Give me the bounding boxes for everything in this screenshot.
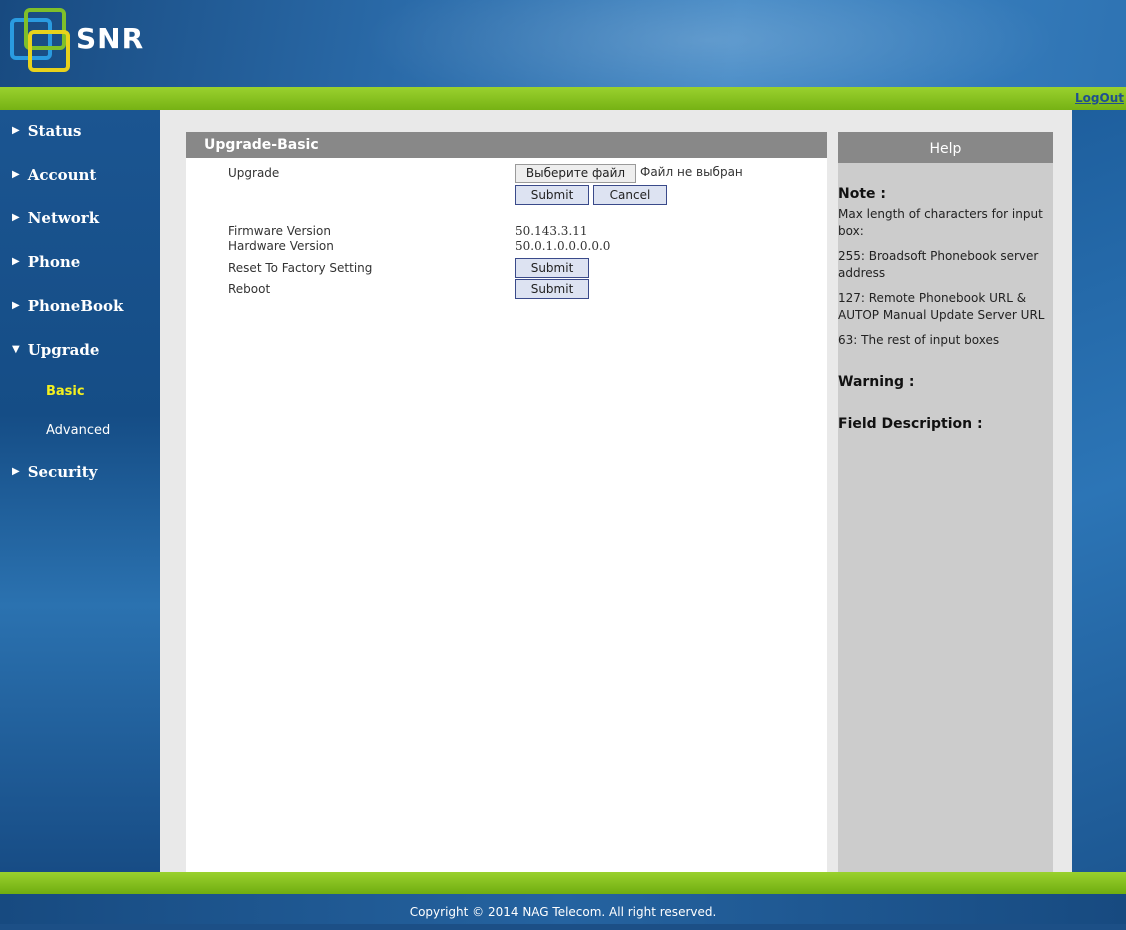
help-panel: Help Note : Max length of characters for…	[838, 132, 1053, 872]
footer: Copyright © 2014 NAG Telecom. All right …	[0, 894, 1126, 924]
triangle-right-icon: ▶	[12, 300, 20, 311]
sidebar-item-label: Network	[27, 209, 100, 227]
brand-logo: SNR	[10, 8, 160, 80]
header-banner: SNR	[0, 0, 1126, 87]
reboot-label: Reboot	[228, 282, 271, 296]
choose-file-button[interactable]: Выберите файл	[515, 164, 636, 183]
note-line: 127: Remote Phonebook URL & AUTOP Manual…	[838, 291, 1045, 322]
sidebar-item-label: PhoneBook	[27, 297, 124, 315]
note-line: 63: The rest of input boxes	[838, 333, 1000, 347]
top-green-bar: LogOut	[0, 87, 1126, 110]
no-file-text: Файл не выбран	[640, 165, 743, 179]
right-decoration	[1072, 110, 1126, 872]
triangle-down-icon: ▼	[12, 344, 20, 355]
sidebar-item-security[interactable]: ▶ Security	[12, 463, 97, 481]
triangle-right-icon: ▶	[12, 256, 20, 267]
sidebar-subitem-advanced[interactable]: Advanced	[46, 423, 110, 438]
logout-link[interactable]: LogOut	[1075, 91, 1124, 105]
sidebar-subitem-basic[interactable]: Basic	[46, 384, 85, 399]
note-line: Max length of characters for input box:	[838, 207, 1043, 238]
header-sheen	[360, 0, 1060, 87]
sidebar-item-status[interactable]: ▶ Status	[12, 122, 81, 140]
bottom-green-bar	[0, 872, 1126, 894]
firmware-version-label: Firmware Version	[228, 224, 331, 238]
sidebar-item-label: Phone	[27, 253, 81, 271]
warning-heading: Warning :	[838, 374, 915, 390]
hardware-version-value: 50.0.1.0.0.0.0.0	[515, 239, 611, 253]
sidebar-item-account[interactable]: ▶ Account	[12, 166, 96, 184]
triangle-right-icon: ▶	[12, 169, 20, 180]
upgrade-submit-button[interactable]: Submit	[515, 185, 589, 205]
sidebar-item-network[interactable]: ▶ Network	[12, 209, 99, 227]
upgrade-cancel-button[interactable]: Cancel	[593, 185, 667, 205]
sidebar-item-label: Account	[27, 166, 97, 184]
page-title: Upgrade-Basic	[186, 132, 827, 158]
hardware-version-label: Hardware Version	[228, 239, 334, 253]
reset-factory-label: Reset To Factory Setting	[228, 261, 373, 275]
sidebar-item-label: Security	[27, 463, 98, 481]
sidebar-item-phonebook[interactable]: ▶ PhoneBook	[12, 297, 123, 315]
reboot-submit-button[interactable]: Submit	[515, 279, 589, 299]
firmware-version-value: 50.143.3.11	[515, 224, 588, 238]
triangle-right-icon: ▶	[12, 212, 20, 223]
field-description-heading: Field Description :	[838, 416, 983, 432]
sidebar-item-label: Upgrade	[27, 341, 100, 359]
reset-factory-submit-button[interactable]: Submit	[515, 258, 589, 278]
triangle-right-icon: ▶	[12, 125, 20, 136]
note-heading: Note :	[838, 186, 886, 202]
triangle-right-icon: ▶	[12, 466, 20, 477]
sidebar-item-label: Status	[27, 122, 82, 140]
logo-text: SNR	[76, 22, 145, 55]
copyright-text: Copyright © 2014 NAG Telecom. All right …	[409, 905, 717, 919]
sidebar-item-phone[interactable]: ▶ Phone	[12, 253, 80, 271]
help-title: Help	[838, 132, 1053, 163]
sidebar-nav: ▶ Status ▶ Account ▶ Network ▶ Phone ▶ PhoneB…	[0, 110, 160, 872]
note-line: 255: Broadsoft Phonebook server address	[838, 249, 1039, 280]
content-panel: Upgrade-Basic Upgrade Выберите файл Файл…	[186, 132, 827, 872]
logo-square-yellow	[28, 30, 70, 72]
upgrade-label: Upgrade	[228, 166, 280, 180]
sidebar-item-upgrade[interactable]: ▼ Upgrade	[12, 341, 99, 359]
